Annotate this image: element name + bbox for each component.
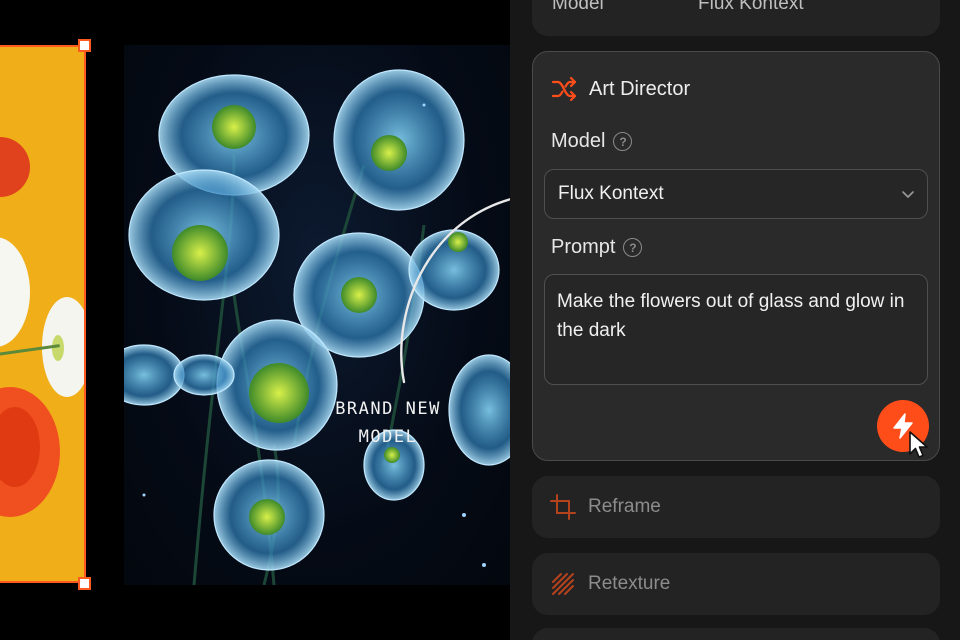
selection-handle-top-right[interactable] — [78, 39, 91, 52]
shuffle-icon — [551, 76, 577, 102]
crop-icon — [550, 494, 576, 520]
model-key: Model — [552, 0, 604, 14]
reframe-tool[interactable]: Reframe — [532, 476, 940, 538]
source-image[interactable] — [0, 45, 86, 583]
model-field-label: Model ? — [551, 130, 633, 153]
retexture-label: Retexture — [588, 573, 671, 594]
model-value: Flux Kontext — [698, 0, 804, 14]
brand-new-model-label: BRAND NEW MODEL — [335, 399, 441, 447]
retexture-tool[interactable]: Retexture — [532, 553, 940, 615]
previous-card[interactable]: Model Flux Kontext — [532, 0, 940, 36]
settings-panel: Model Flux Kontext Art Director Model ? … — [510, 0, 960, 640]
model-select[interactable]: Flux Kontext — [544, 169, 928, 219]
selection-handle-bottom-right[interactable] — [78, 577, 91, 590]
canvas[interactable]: BRAND NEW MODEL — [0, 0, 510, 640]
art-director-card[interactable]: Art Director Model ? Flux Kontext Prompt… — [532, 51, 940, 461]
reframe-label: Reframe — [588, 496, 661, 517]
next-tool-card[interactable] — [532, 628, 940, 640]
texture-icon — [552, 573, 574, 595]
model-help-icon[interactable]: ? — [613, 132, 633, 151]
prompt-textarea[interactable]: Make the flowers out of glass and glow i… — [544, 274, 928, 385]
prompt-field-label: Prompt ? — [551, 236, 643, 259]
hand-drawn-arrow — [400, 198, 510, 384]
art-director-title: Art Director — [589, 78, 691, 100]
chevron-down-icon — [902, 191, 914, 198]
model-select-value: Flux Kontext — [558, 183, 664, 204]
prompt-help-icon[interactable]: ? — [623, 238, 643, 257]
mouse-cursor-icon — [909, 431, 928, 458]
